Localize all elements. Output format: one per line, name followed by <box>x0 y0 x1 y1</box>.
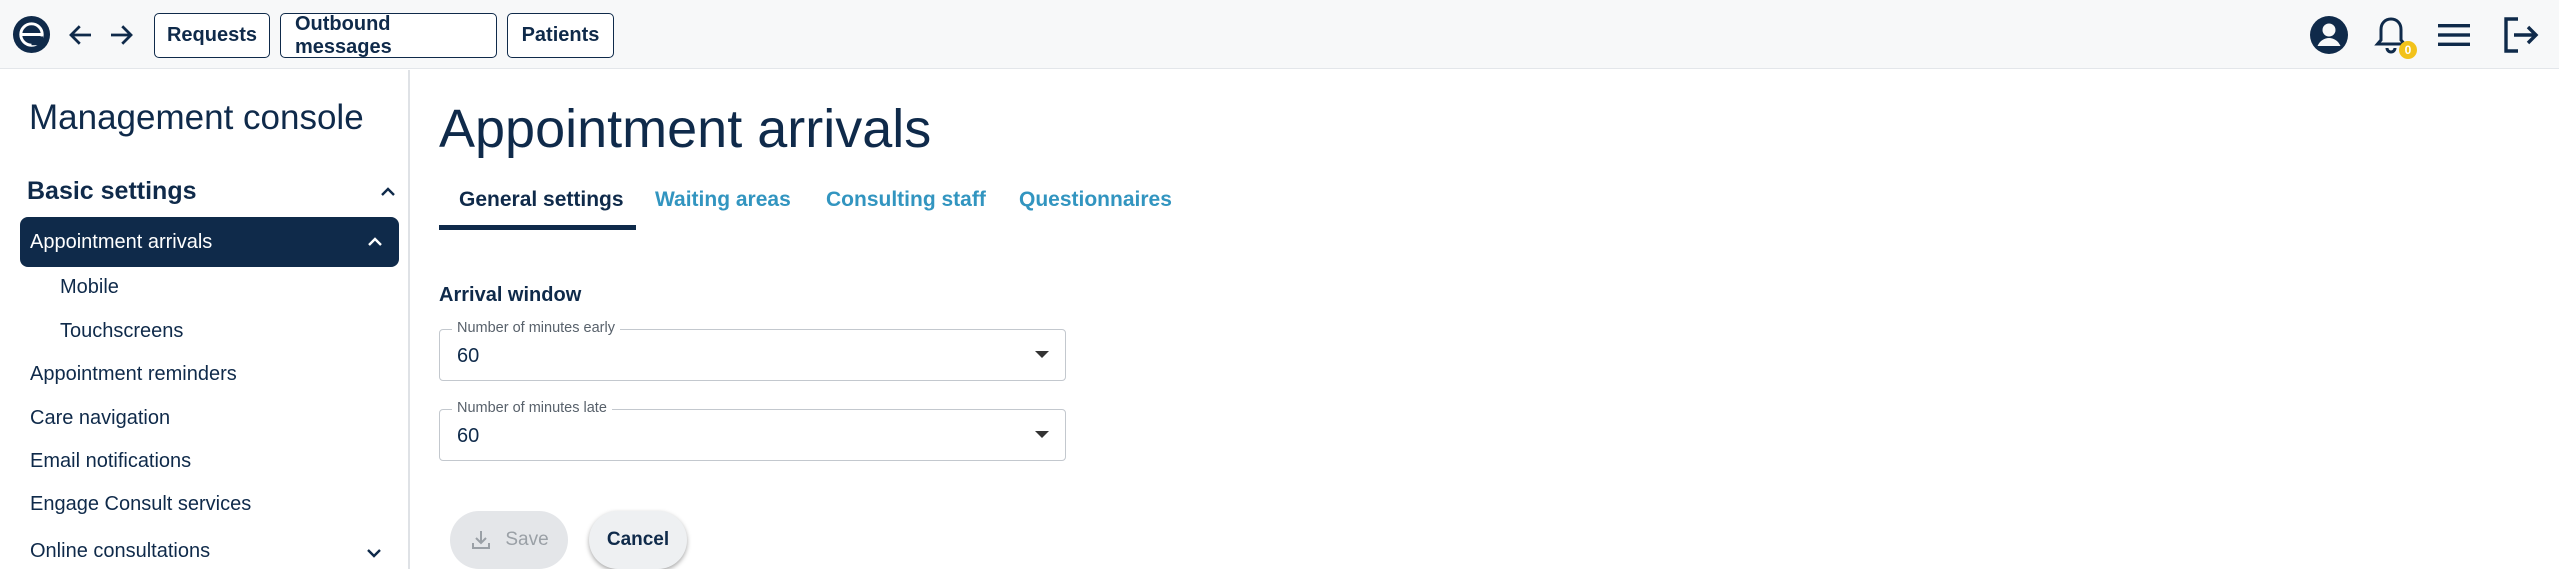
field-value: 60 <box>457 425 480 447</box>
page-title: Appointment arrivals <box>439 99 932 159</box>
download-save-icon <box>472 531 491 549</box>
chevron-down-icon[interactable] <box>362 541 386 565</box>
back-arrow-icon[interactable] <box>66 20 96 50</box>
chevron-up-icon[interactable] <box>376 180 400 204</box>
sidebar-item-care-navigation[interactable]: Care navigation <box>30 407 170 430</box>
sidebar-item-appointment-reminders[interactable]: Appointment reminders <box>30 363 237 386</box>
logout-icon[interactable] <box>2498 13 2542 57</box>
console-title: Management console <box>29 98 364 137</box>
arrival-window-heading: Arrival window <box>439 284 582 306</box>
sidebar-item-engage-consult-services[interactable]: Engage Consult services <box>30 493 251 516</box>
field-label: Number of minutes early <box>452 320 620 336</box>
minutes-early-select[interactable]: Number of minutes early 60 <box>439 320 1066 381</box>
field-value: 60 <box>457 345 480 367</box>
logo-icon[interactable] <box>12 15 51 54</box>
tab-questionnaires[interactable]: Questionnaires <box>1019 188 1172 212</box>
sidebar-item-email-notifications[interactable]: Email notifications <box>30 450 191 473</box>
user-account-icon[interactable] <box>2307 13 2351 57</box>
dropdown-arrow-icon[interactable] <box>1035 351 1049 358</box>
chevron-up-icon[interactable] <box>363 230 387 254</box>
save-label: Save <box>505 529 549 550</box>
hamburger-menu-icon[interactable] <box>2432 13 2476 57</box>
active-tab-indicator <box>439 225 636 230</box>
sidebar-item-appointment-arrivals[interactable]: Appointment arrivals <box>20 217 399 267</box>
minutes-late-select[interactable]: Number of minutes late 60 <box>439 400 1066 461</box>
outbound-messages-button[interactable]: Outbound messages <box>280 13 497 58</box>
top-bar: Requests Outbound messages Patients 0 <box>0 0 2559 69</box>
field-label: Number of minutes late <box>452 400 612 416</box>
sidebar-item-online-consultations[interactable]: Online consultations <box>30 540 210 563</box>
sidebar: Management console Basic settings Appoin… <box>0 70 410 569</box>
patients-button[interactable]: Patients <box>507 13 614 58</box>
basic-settings-section[interactable]: Basic settings <box>27 174 400 210</box>
tab-waiting-areas[interactable]: Waiting areas <box>655 188 791 212</box>
cancel-button[interactable]: Cancel <box>589 511 687 569</box>
sidebar-item-mobile[interactable]: Mobile <box>60 276 119 299</box>
section-label: Basic settings <box>27 177 197 205</box>
tab-general-settings[interactable]: General settings <box>459 188 624 212</box>
requests-button[interactable]: Requests <box>154 13 270 58</box>
tab-consulting-staff[interactable]: Consulting staff <box>826 188 986 212</box>
forward-arrow-icon[interactable] <box>106 20 136 50</box>
dropdown-arrow-icon[interactable] <box>1035 431 1049 438</box>
sidebar-item-label: Appointment arrivals <box>30 231 213 253</box>
save-button[interactable]: Save <box>450 511 568 569</box>
sidebar-item-touchscreens[interactable]: Touchscreens <box>60 320 183 343</box>
notification-count-badge: 0 <box>2399 41 2417 59</box>
